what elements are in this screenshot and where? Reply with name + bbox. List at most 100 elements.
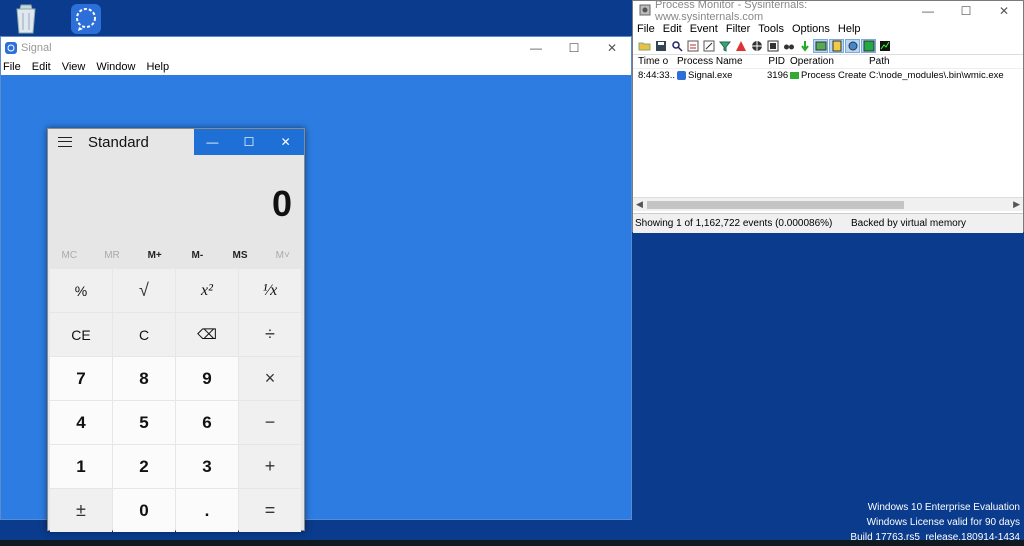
procmon-menu-file[interactable]: File <box>637 23 655 35</box>
clear-button[interactable]: C <box>113 313 175 356</box>
status-backing: Backed by virtual memory <box>851 218 967 229</box>
calculator-window[interactable]: Standard — ☐ ✕ 0 MC MR M+ M- MS M˅ % √ x… <box>47 128 305 532</box>
signal-menu-view[interactable]: View <box>62 61 86 73</box>
procmon-menu-event[interactable]: Event <box>690 23 718 35</box>
procmon-menu-filter[interactable]: Filter <box>726 23 750 35</box>
memory-clear-button[interactable]: MC <box>48 250 91 261</box>
procmon-menu-help[interactable]: Help <box>838 23 861 35</box>
filter-icon[interactable] <box>717 39 732 53</box>
signal-window-title: Signal <box>21 41 52 54</box>
procmon-close-button[interactable]: ✕ <box>985 1 1023 22</box>
row-time: 8:44:33.... <box>638 69 675 81</box>
process-activity-icon[interactable] <box>861 38 876 53</box>
calculator-titlebar[interactable]: Standard — ☐ ✕ <box>48 129 304 155</box>
recycle-bin-icon[interactable] <box>6 2 46 36</box>
row-path: C:\node_modules\.bin\wmic.exe <box>869 69 1004 81</box>
signal-menu-file[interactable]: File <box>3 61 21 73</box>
signal-maximize-button[interactable]: ☐ <box>555 37 593 58</box>
digit-8-button[interactable]: 8 <box>113 357 175 400</box>
hamburger-menu-icon[interactable] <box>58 137 72 147</box>
digit-2-button[interactable]: 2 <box>113 445 175 488</box>
equals-button[interactable]: = <box>239 489 301 532</box>
process-create-icon <box>790 71 799 79</box>
memory-list-button[interactable]: M˅ <box>261 250 304 261</box>
procmon-maximize-button[interactable]: ☐ <box>947 1 985 22</box>
reciprocal-button[interactable]: ¹⁄x <box>239 269 301 312</box>
procmon-menu-options[interactable]: Options <box>792 23 830 35</box>
magnifier-icon[interactable] <box>669 39 684 53</box>
watermark-license: Windows License valid for 90 days <box>866 517 1020 528</box>
memory-subtract-button[interactable]: M- <box>176 250 219 261</box>
autoscroll-icon[interactable] <box>685 39 700 53</box>
file-activity-icon[interactable] <box>829 38 844 53</box>
multiply-button[interactable]: × <box>239 357 301 400</box>
digit-3-button[interactable]: 3 <box>176 445 238 488</box>
scrollbar-thumb[interactable] <box>647 201 904 209</box>
percent-button[interactable]: % <box>50 269 112 312</box>
procmon-menu-edit[interactable]: Edit <box>663 23 682 35</box>
process-monitor-window[interactable]: Process Monitor - Sysinternals: www.sysi… <box>632 0 1024 233</box>
column-header-time[interactable]: Time o <box>633 56 675 67</box>
subtract-button[interactable]: − <box>239 401 301 444</box>
memory-recall-button[interactable]: MR <box>91 250 134 261</box>
memory-row: MC MR M+ M- MS M˅ <box>48 241 304 269</box>
taskbar[interactable] <box>0 540 1024 546</box>
add-button[interactable]: + <box>239 445 301 488</box>
signal-titlebar[interactable]: Signal — ☐ ✕ <box>1 37 631 58</box>
column-header-pid[interactable]: PID <box>767 56 787 67</box>
negate-button[interactable]: ± <box>50 489 112 532</box>
calculator-minimize-button[interactable]: — <box>194 129 231 155</box>
row-process-cell: Signal.exe <box>675 70 767 81</box>
calculator-mode-title: Standard <box>88 133 149 151</box>
process-tree-icon[interactable] <box>765 39 780 53</box>
signal-menu-window[interactable]: Window <box>96 61 135 73</box>
event-grid: Time o Process Name PID Operation Path 8… <box>633 55 1023 195</box>
digit-4-button[interactable]: 4 <box>50 401 112 444</box>
digit-5-button[interactable]: 5 <box>113 401 175 444</box>
open-folder-icon[interactable] <box>637 39 652 53</box>
clear-entry-button[interactable]: CE <box>50 313 112 356</box>
column-header-process[interactable]: Process Name <box>675 56 767 67</box>
procmon-minimize-button[interactable]: — <box>909 1 947 22</box>
signal-app-icon <box>5 41 17 54</box>
procmon-menu-tools[interactable]: Tools <box>758 23 784 35</box>
find-icon[interactable] <box>781 39 796 53</box>
column-header-operation[interactable]: Operation <box>787 56 867 67</box>
divide-button[interactable]: ÷ <box>239 313 301 356</box>
digit-1-button[interactable]: 1 <box>50 445 112 488</box>
scroll-right-icon[interactable]: ▶ <box>1013 199 1020 210</box>
jump-icon[interactable] <box>797 39 812 53</box>
horizontal-scrollbar[interactable]: ◀ ▶ <box>633 197 1023 211</box>
digit-0-button[interactable]: 0 <box>113 489 175 532</box>
digit-9-button[interactable]: 9 <box>176 357 238 400</box>
procmon-menubar: File Edit Event Filter Tools Options Hel… <box>633 21 1023 37</box>
decimal-button[interactable]: . <box>176 489 238 532</box>
memory-store-button[interactable]: MS <box>219 250 262 261</box>
column-header-path[interactable]: Path <box>867 56 1023 67</box>
calculator-close-button[interactable]: ✕ <box>267 129 304 155</box>
network-icon[interactable] <box>749 39 764 53</box>
highlight-icon[interactable] <box>733 39 748 53</box>
registry-activity-icon[interactable] <box>813 38 828 53</box>
calculator-maximize-button[interactable]: ☐ <box>231 129 268 155</box>
procmon-titlebar[interactable]: Process Monitor - Sysinternals: www.sysi… <box>633 0 1023 23</box>
square-button[interactable]: x² <box>176 269 238 312</box>
network-activity-icon[interactable] <box>845 38 860 53</box>
digit-6-button[interactable]: 6 <box>176 401 238 444</box>
memory-add-button[interactable]: M+ <box>133 250 176 261</box>
backspace-button[interactable]: ⌫ <box>176 313 238 356</box>
signal-menu-edit[interactable]: Edit <box>32 61 51 73</box>
calculator-display: 0 <box>271 183 292 224</box>
table-row[interactable]: 8:44:33.... Signal.exe 3196 Process Crea… <box>633 69 1023 81</box>
signal-minimize-button[interactable]: — <box>517 37 555 58</box>
scroll-left-icon[interactable]: ◀ <box>636 199 643 210</box>
save-icon[interactable] <box>653 39 668 53</box>
signal-menu-help[interactable]: Help <box>146 61 169 73</box>
profiling-icon[interactable] <box>877 39 892 53</box>
digit-7-button[interactable]: 7 <box>50 357 112 400</box>
square-root-button[interactable]: √ <box>113 269 175 312</box>
signal-desktop-icon[interactable] <box>66 2 106 36</box>
clear-icon[interactable] <box>701 39 716 53</box>
signal-menubar: File Edit View Window Help <box>1 58 631 75</box>
signal-close-button[interactable]: ✕ <box>593 37 631 58</box>
